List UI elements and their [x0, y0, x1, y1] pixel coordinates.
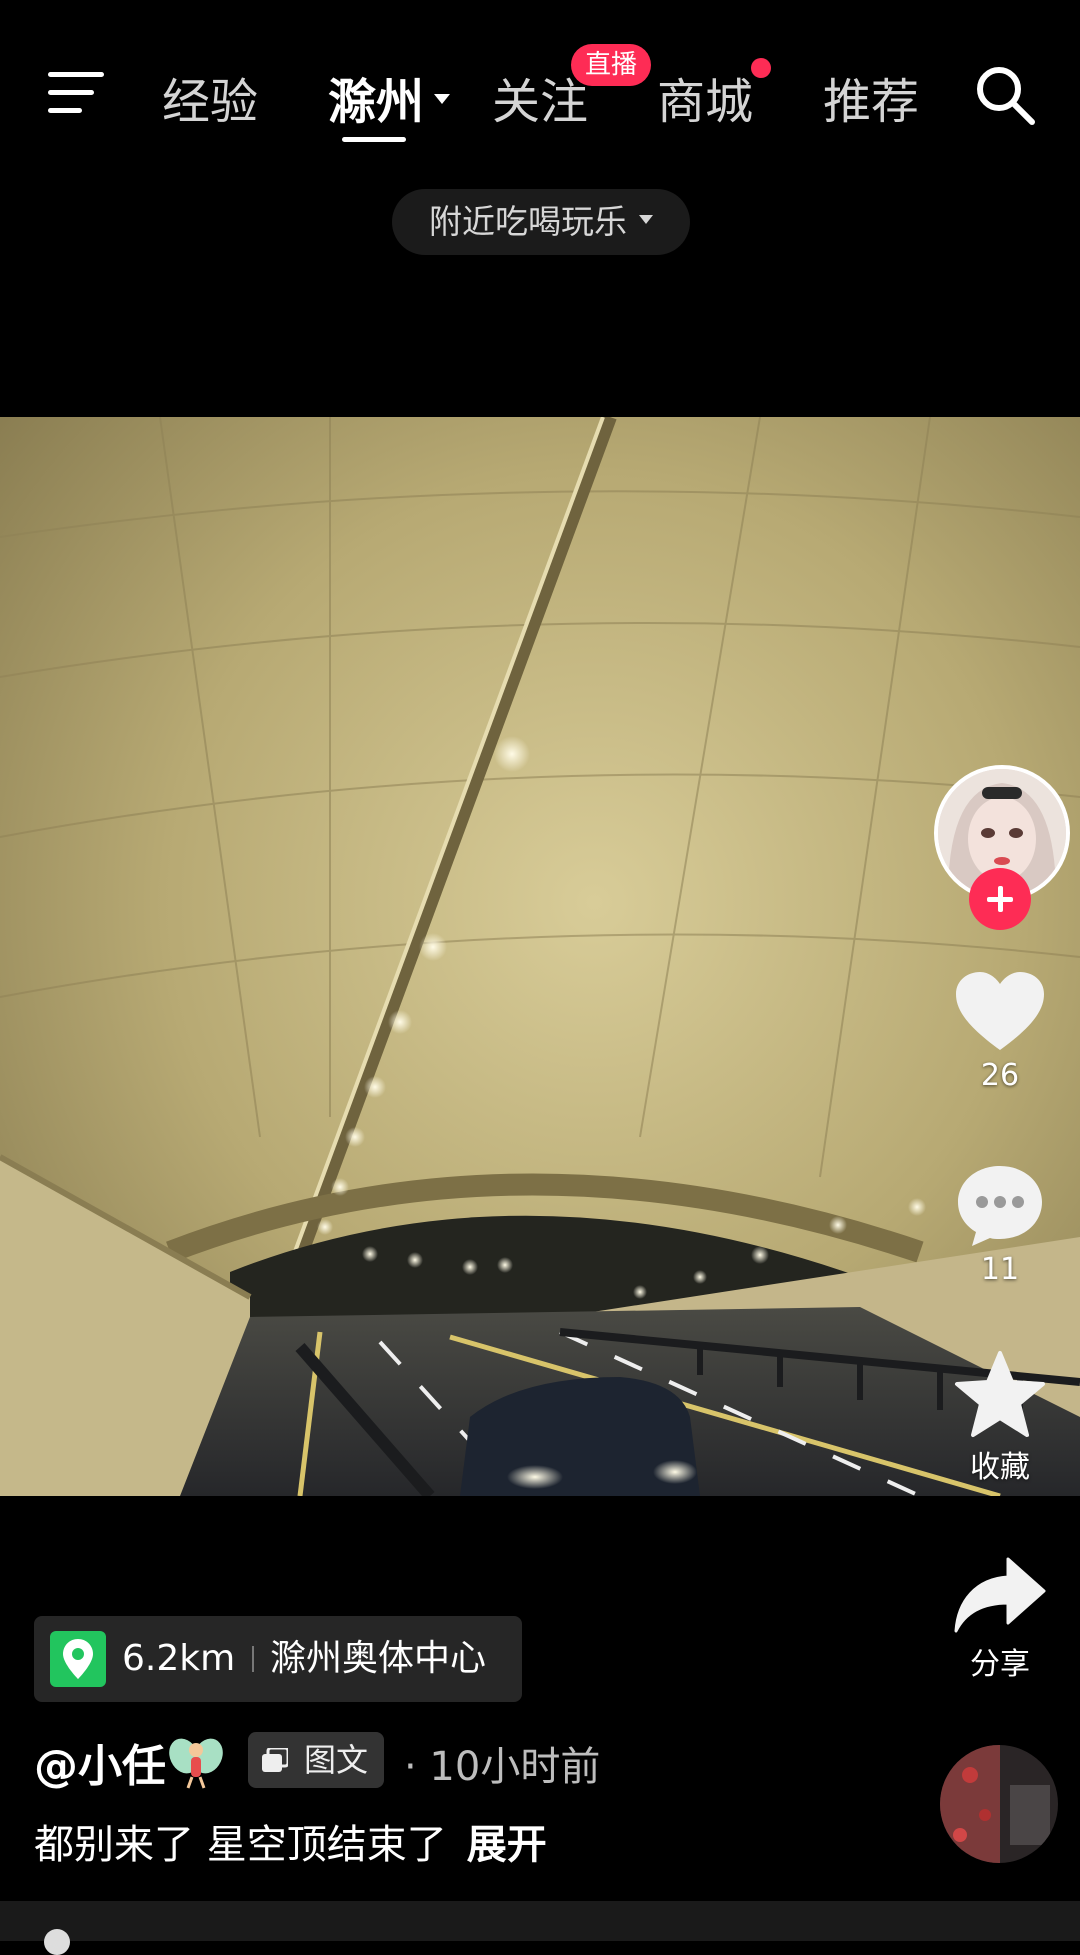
- active-tab-indicator: [342, 137, 406, 142]
- tab-chuzhou[interactable]: 滁州: [328, 62, 451, 132]
- author-name[interactable]: @小任: [34, 1730, 166, 1794]
- location-name: 滁州奥体中心: [270, 1638, 487, 1679]
- music-disc[interactable]: [940, 1745, 1058, 1863]
- share-button[interactable]: 分享: [940, 1555, 1060, 1683]
- bottom-related-bar[interactable]: [0, 1901, 1080, 1955]
- post-description: 都别来了 星空顶结束了 展开: [34, 1812, 547, 1870]
- related-icon: [44, 1929, 70, 1955]
- post-type-badge: 图文: [248, 1732, 384, 1788]
- nearby-filter-button[interactable]: 附近吃喝玩乐: [392, 189, 690, 255]
- chevron-down-icon: [434, 94, 451, 104]
- post-photo[interactable]: [0, 417, 1080, 1496]
- comment-button[interactable]: 11: [940, 1162, 1060, 1287]
- menu-icon[interactable]: [48, 70, 106, 114]
- share-label: 分享: [970, 1647, 1030, 1682]
- location-chip[interactable]: 6.2km 滁州奥体中心: [34, 1616, 522, 1702]
- tab-mall[interactable]: 商城: [657, 62, 753, 132]
- chevron-down-icon: [639, 215, 653, 224]
- description-text: 都别来了 星空顶结束了: [34, 1822, 447, 1868]
- fairy-emoji-icon: [169, 1738, 223, 1789]
- favorite-button[interactable]: 收藏: [940, 1350, 1060, 1486]
- tab-recommend[interactable]: 推荐: [823, 62, 919, 132]
- location-separator: [252, 1646, 254, 1672]
- music-cover-image: [940, 1745, 1058, 1863]
- tab-experience[interactable]: 经验: [162, 62, 258, 132]
- comment-count: 11: [980, 1252, 1020, 1287]
- heart-icon: [956, 972, 1044, 1050]
- location-pin-icon: [50, 1631, 106, 1687]
- post-time: · 10小时前: [404, 1744, 601, 1790]
- image-text-icon: [262, 1748, 288, 1772]
- expand-button[interactable]: 展开: [467, 1822, 547, 1868]
- post-type-label: 图文: [304, 1741, 369, 1779]
- notification-dot: [751, 58, 771, 78]
- search-icon[interactable]: [972, 62, 1038, 128]
- favorite-label: 收藏: [970, 1450, 1030, 1485]
- location-distance: 6.2km: [122, 1638, 236, 1679]
- live-badge: 直播: [571, 44, 651, 86]
- like-button[interactable]: 26: [940, 970, 1060, 1093]
- like-count: 26: [980, 1058, 1020, 1093]
- share-icon: [954, 1557, 1046, 1633]
- tab-chuzhou-label: 滁州: [328, 74, 425, 130]
- nearby-filter-label: 附近吃喝玩乐: [429, 202, 627, 241]
- comment-icon: [958, 1166, 1042, 1246]
- follow-button[interactable]: [969, 868, 1031, 930]
- top-nav: 经验 滁州 关注 直播 商城 推荐: [0, 0, 1080, 150]
- star-icon: [955, 1351, 1045, 1437]
